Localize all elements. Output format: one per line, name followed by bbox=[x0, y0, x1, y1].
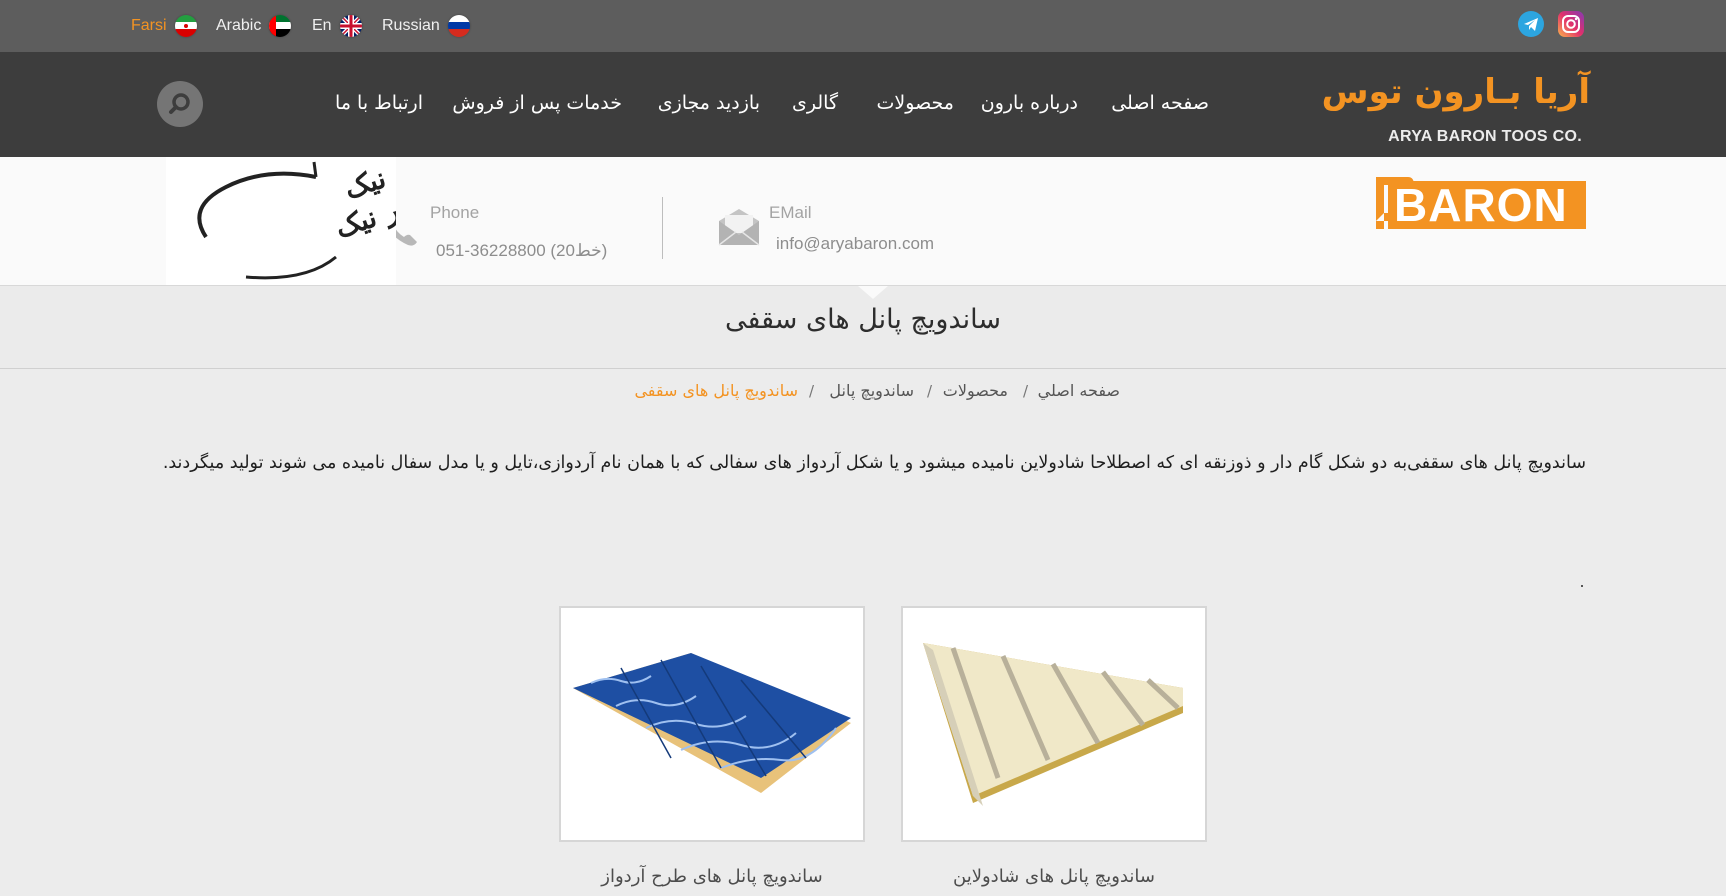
page-title-bar: ساندویچ پانل های سقفی bbox=[0, 286, 1726, 369]
contact-divider bbox=[662, 197, 663, 259]
menu-contact[interactable]: ارتباط با ما bbox=[335, 92, 423, 114]
envelope-icon bbox=[716, 207, 762, 251]
signature-logo: پایدار نیک ماندگار نیک bbox=[166, 140, 468, 285]
iran-flag-icon bbox=[174, 15, 197, 37]
breadcrumb-separator: / bbox=[809, 382, 815, 400]
russia-flag-icon bbox=[447, 15, 470, 37]
main-navigation: آریا بـارون توس ARYA BARON TOOS CO. صفحه… bbox=[0, 52, 1726, 157]
phone-label: Phone bbox=[430, 203, 480, 222]
instagram-icon[interactable] bbox=[1558, 11, 1584, 37]
contact-header: BARON EMail info@aryabaron.com Phone 051… bbox=[0, 140, 1726, 286]
uk-flag-icon bbox=[339, 15, 362, 37]
logo-farsi[interactable]: آریا بـارون توس bbox=[1322, 72, 1590, 112]
lang-english[interactable]: En bbox=[312, 15, 362, 37]
menu-products[interactable]: محصولات bbox=[877, 92, 954, 114]
lang-arabic-label: Arabic bbox=[216, 17, 262, 34]
lang-farsi[interactable]: Farsi bbox=[131, 15, 197, 37]
title-notch bbox=[858, 286, 888, 299]
lang-russian[interactable]: Russian bbox=[382, 15, 470, 37]
phone-value[interactable]: 051-36228800 (20خط) bbox=[436, 241, 607, 261]
lang-english-label: En bbox=[312, 17, 332, 34]
search-icon bbox=[169, 93, 190, 114]
breadcrumb-separator: / bbox=[927, 382, 933, 400]
product-description: ساندویچ پانل های سقفی‌به دو شکل گام دار … bbox=[162, 453, 1586, 473]
logo-english[interactable]: ARYA BARON TOOS CO. bbox=[1388, 128, 1582, 146]
menu-after-sales[interactable]: خدمات پس از فروش bbox=[452, 92, 622, 114]
breadcrumb-sandwich-panel[interactable]: ساندويچ پانل bbox=[829, 381, 914, 400]
email-label: EMail bbox=[769, 203, 812, 222]
baron-logo[interactable]: BARON bbox=[1374, 171, 1590, 235]
search-button[interactable] bbox=[157, 81, 203, 127]
page-title: ساندویچ پانل های سقفی bbox=[724, 304, 1001, 335]
top-bar: Farsi Arabic En Russian bbox=[0, 0, 1726, 52]
baron-logo-text: BARON bbox=[1394, 179, 1568, 231]
menu-home[interactable]: صفحه اصلی bbox=[1111, 92, 1209, 114]
breadcrumb-products[interactable]: محصولات bbox=[943, 381, 1008, 400]
product-caption-trapezoidal[interactable]: ساندویچ پانل های شادولاین bbox=[899, 866, 1209, 887]
breadcrumb-home[interactable]: صفحه اصلي bbox=[1038, 381, 1120, 400]
product-card-trapezoidal[interactable] bbox=[901, 606, 1207, 842]
menu-virtual-tour[interactable]: بازدید مجازی bbox=[658, 92, 760, 114]
email-value[interactable]: info@aryabaron.com bbox=[776, 234, 934, 254]
tile-panel-image bbox=[573, 653, 851, 793]
lang-arabic[interactable]: Arabic bbox=[216, 15, 292, 37]
breadcrumb-current: ساندويچ پانل هاى سقفى bbox=[634, 381, 798, 400]
product-card-tile[interactable] bbox=[559, 606, 865, 842]
stray-dot bbox=[1581, 585, 1583, 587]
uae-flag-icon bbox=[269, 15, 292, 37]
menu-gallery[interactable]: گالری bbox=[792, 92, 838, 114]
telegram-icon[interactable] bbox=[1518, 11, 1544, 37]
lang-farsi-label: Farsi bbox=[131, 17, 167, 34]
menu-about[interactable]: درباره بارون bbox=[981, 92, 1078, 114]
lang-russian-label: Russian bbox=[382, 17, 440, 34]
product-caption-tile[interactable]: ساندویچ پانل های طرح آردواز bbox=[557, 866, 867, 887]
breadcrumb-separator: / bbox=[1023, 382, 1029, 400]
trapezoidal-panel-image bbox=[923, 643, 1183, 806]
